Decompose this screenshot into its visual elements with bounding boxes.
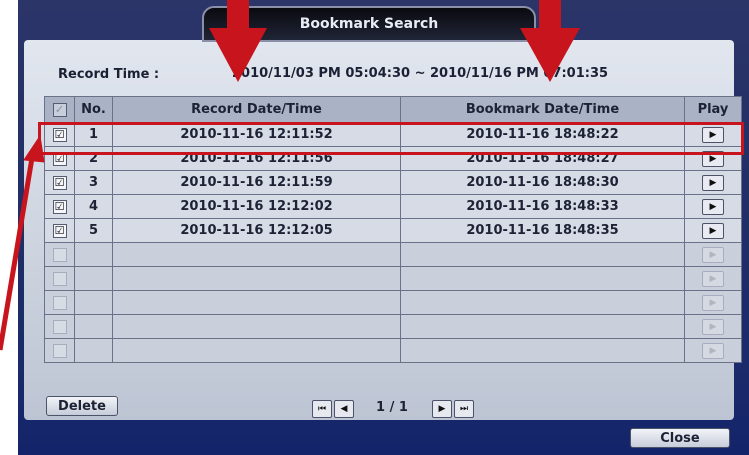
- arrow-shaft-right: [539, 0, 561, 30]
- arrow-shaft-left: [227, 0, 249, 30]
- arrow-head-diagonal: [23, 134, 45, 163]
- annotation-arrows: [0, 0, 580, 351]
- arrow-head-right: [520, 28, 580, 82]
- arrow-shaft-diagonal: [0, 151, 36, 351]
- arrow-head-left: [209, 28, 267, 82]
